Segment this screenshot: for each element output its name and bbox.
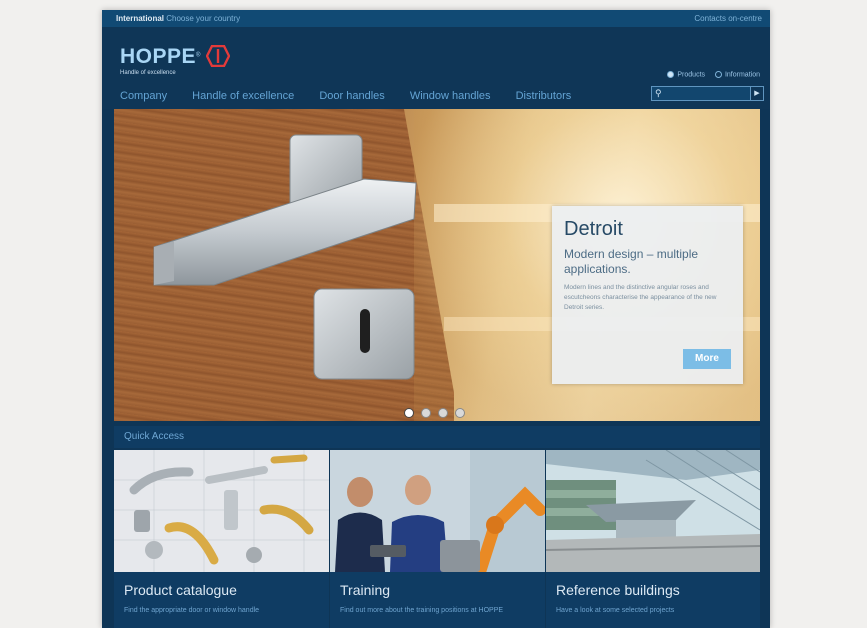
product-catalogue-image — [114, 450, 329, 572]
nav-item-window-handles[interactable]: Window handles — [410, 90, 491, 102]
tile-training[interactable]: Training Find out more about the trainin… — [330, 450, 545, 628]
hero-promo-box: Detroit Modern design – multiple applica… — [552, 206, 743, 384]
slide-dot-1[interactable] — [404, 408, 414, 418]
tile-title: Training — [340, 582, 391, 598]
nav-item-handle-of-excellence[interactable]: Handle of excellence — [192, 90, 294, 102]
quick-access-heading: Quick Access — [124, 431, 185, 442]
region-label: International — [116, 14, 165, 23]
slide-dot-2[interactable] — [421, 408, 431, 418]
radio-products[interactable]: Products — [667, 71, 705, 78]
tile-reference-buildings[interactable]: Reference buildings Have a look at some … — [546, 450, 761, 628]
logo-wordmark: HOPPE — [120, 45, 197, 68]
tile-subtitle: Find out more about the training positio… — [340, 607, 504, 614]
tile-subtitle: Have a look at some selected projects — [556, 607, 675, 614]
hoppe-hexagon-icon — [205, 44, 231, 72]
search-input[interactable] — [666, 88, 748, 99]
radio-information[interactable]: Information — [714, 71, 760, 79]
radio-selected-icon — [667, 71, 675, 78]
search-submit-arrow-icon[interactable]: ▶ — [750, 87, 763, 100]
door-handle-image — [153, 134, 417, 380]
search-box: ⚲ ▶ — [651, 86, 764, 101]
top-utility-bar: International Choose your country Contac… — [102, 10, 770, 27]
hoppe-logo[interactable]: HOPPE® Handle of excellence — [120, 44, 231, 76]
nav-item-company[interactable]: Company — [120, 90, 167, 102]
reference-buildings-image — [546, 450, 761, 572]
registered-mark: ® — [196, 52, 201, 59]
quick-access-header: Quick Access — [114, 426, 760, 448]
more-button[interactable]: More — [683, 349, 731, 369]
tile-subtitle: Find the appropriate door or window hand… — [124, 607, 260, 614]
slider-pagination — [404, 405, 472, 421]
promo-body: Modern lines and the distinctive angular… — [564, 284, 717, 311]
radio-unselected-icon — [714, 71, 722, 78]
main-navigation: Company Handle of excellence Door handle… — [120, 90, 593, 102]
quick-access-tiles: Product catalogue Find the appropriate d… — [114, 450, 761, 628]
radio-products-label: Products — [677, 71, 706, 79]
search-scope-radios: Products Information — [659, 71, 760, 78]
country-selector[interactable]: International Choose your country — [116, 14, 240, 23]
training-image — [330, 450, 545, 572]
tile-product-catalogue[interactable]: Product catalogue Find the appropriate d… — [114, 450, 329, 628]
slide-dot-4[interactable] — [455, 408, 465, 418]
nav-item-distributors[interactable]: Distributors — [516, 90, 572, 102]
tile-title: Product catalogue — [124, 582, 237, 598]
nav-item-door-handles[interactable]: Door handles — [319, 90, 384, 102]
choose-country-link[interactable]: Choose your country — [166, 14, 240, 23]
site-header: HOPPE® Handle of excellence Products Inf… — [102, 27, 770, 109]
radio-information-label: Information — [724, 71, 760, 79]
contact-link[interactable]: Contacts on-centre — [694, 14, 762, 23]
search-icon: ⚲ — [655, 88, 662, 98]
hero-slider: Detroit Modern design – multiple applica… — [114, 109, 760, 421]
site-container: International Choose your country Contac… — [102, 10, 770, 628]
promo-title: Detroit — [564, 218, 623, 240]
promo-subtitle: Modern design – multiple applications. — [564, 247, 699, 276]
tile-title: Reference buildings — [556, 582, 680, 598]
slide-dot-3[interactable] — [438, 408, 448, 418]
